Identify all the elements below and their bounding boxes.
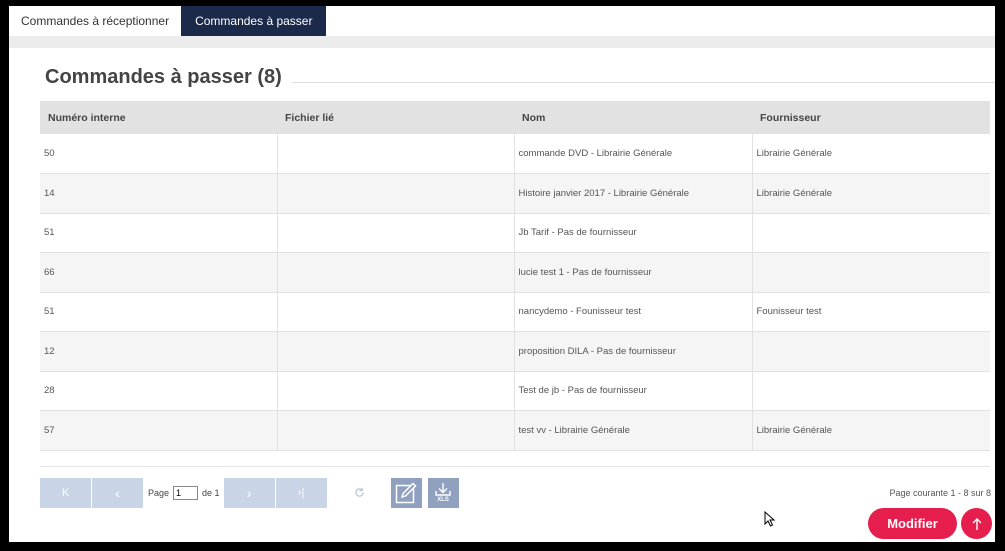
last-page-icon: ›| (297, 487, 305, 499)
tab-bar: Commandes à réceptionner Commandes à pas… (9, 6, 995, 36)
table-row[interactable]: 28 Test de jb - Pas de fournisseur (40, 371, 990, 411)
xls-download-icon (435, 483, 451, 496)
first-page-icon: K (61, 487, 70, 499)
cell-nom: proposition DILA - Pas de fournisseur (514, 331, 753, 372)
header-fournisseur[interactable]: Fournisseur (752, 101, 990, 134)
table-row[interactable]: 66 lucie test 1 - Pas de fournisseur (40, 252, 990, 293)
cell-nom: lucie test 1 - Pas de fournisseur (514, 252, 753, 293)
title-divider (289, 82, 995, 83)
modifier-button[interactable]: Modifier (868, 508, 957, 539)
table-row[interactable]: 12 proposition DILA - Pas de fournisseur (40, 331, 990, 372)
cell-nom: nancydemo - Founisseur test (514, 292, 753, 332)
chevron-left-icon: ‹ (115, 485, 120, 501)
table-bottom-divider (40, 466, 990, 467)
page-label: Page (148, 488, 170, 498)
cell-nom: Histoire janvier 2017 - Librairie Généra… (514, 173, 753, 214)
table-row[interactable]: 51 Jb Tarif - Pas de fournisseur (40, 213, 990, 253)
table-header-row: Numéro interne Fichier lié Nom Fournisse… (40, 101, 990, 134)
xls-export-button[interactable]: XLS (427, 478, 459, 508)
cell-fichier (277, 292, 515, 332)
cell-numero: 50 (40, 134, 278, 174)
xls-label: XLS (437, 497, 449, 503)
scroll-to-top-button[interactable] (961, 508, 992, 539)
cell-numero: 51 (40, 292, 278, 332)
orders-table: Numéro interne Fichier lié Nom Fournisse… (40, 101, 990, 451)
cell-fournisseur: Librairie Générale (752, 134, 990, 174)
cell-fournisseur (752, 213, 990, 253)
table-row[interactable]: 51 nancydemo - Founisseur test Founisseu… (40, 292, 990, 332)
page-total-label: de 1 (202, 488, 220, 498)
tab-commandes-a-receptionner[interactable]: Commandes à réceptionner (9, 6, 182, 36)
next-page-button[interactable]: › (223, 478, 275, 508)
refresh-icon[interactable] (354, 486, 365, 501)
cell-fournisseur: Librairie Générale (752, 173, 990, 214)
cell-fournisseur (752, 371, 990, 411)
cell-numero: 28 (40, 371, 278, 411)
cell-fichier (277, 331, 515, 372)
table-row[interactable]: 57 test vv - Librairie Générale Librairi… (40, 410, 990, 451)
cell-numero: 57 (40, 410, 278, 451)
tab-commandes-a-passer[interactable]: Commandes à passer (181, 6, 327, 36)
cell-fichier (277, 410, 515, 451)
chevron-right-icon: › (246, 485, 252, 501)
title-row: Commandes à passer (8) (9, 48, 995, 102)
cell-fichier (277, 213, 515, 253)
table-row[interactable]: 50 commande DVD - Librairie Générale Lib… (40, 134, 990, 174)
prev-page-button[interactable]: ‹ (92, 478, 143, 508)
cell-fournisseur (752, 252, 990, 293)
page-number-input[interactable] (173, 486, 199, 500)
cell-fichier (277, 371, 515, 411)
table-row[interactable]: 14 Histoire janvier 2017 - Librairie Gén… (40, 173, 990, 214)
edit-icon (395, 482, 417, 504)
pagination-status: Page courante 1 - 8 sur 8 (889, 488, 991, 498)
first-page-button[interactable]: K (40, 478, 91, 508)
edit-button[interactable] (390, 478, 422, 508)
header-fichier-lie[interactable]: Fichier lié (277, 101, 514, 134)
cell-fournisseur: Librairie Générale (752, 410, 990, 451)
cell-fichier (277, 173, 515, 214)
page-title: Commandes à passer (8) (45, 66, 292, 89)
cell-nom: test vv - Librairie Générale (514, 410, 753, 451)
cell-numero: 12 (40, 331, 278, 372)
arrow-up-icon (972, 517, 981, 530)
cell-numero: 51 (40, 213, 278, 253)
cell-fichier (277, 134, 515, 174)
cell-nom: commande DVD - Librairie Générale (514, 134, 753, 174)
pagination: K ‹ Page de 1 › ›| (40, 478, 465, 508)
header-numero-interne[interactable]: Numéro interne (40, 101, 277, 134)
mouse-cursor-icon (764, 511, 776, 527)
cell-numero: 66 (40, 252, 278, 293)
last-page-button[interactable]: ›| (275, 478, 327, 508)
cell-fournisseur: Founisseur test (752, 292, 990, 332)
header-nom[interactable]: Nom (514, 101, 752, 134)
refresh-icon-glyph (354, 487, 364, 497)
app-window: Commandes à réceptionner Commandes à pas… (9, 6, 995, 542)
cell-nom: Test de jb - Pas de fournisseur (514, 371, 753, 411)
cell-fournisseur (752, 331, 990, 372)
tab-strip-divider (9, 36, 995, 48)
cell-numero: 14 (40, 173, 278, 214)
cell-fichier (277, 252, 515, 293)
cell-nom: Jb Tarif - Pas de fournisseur (514, 213, 753, 253)
